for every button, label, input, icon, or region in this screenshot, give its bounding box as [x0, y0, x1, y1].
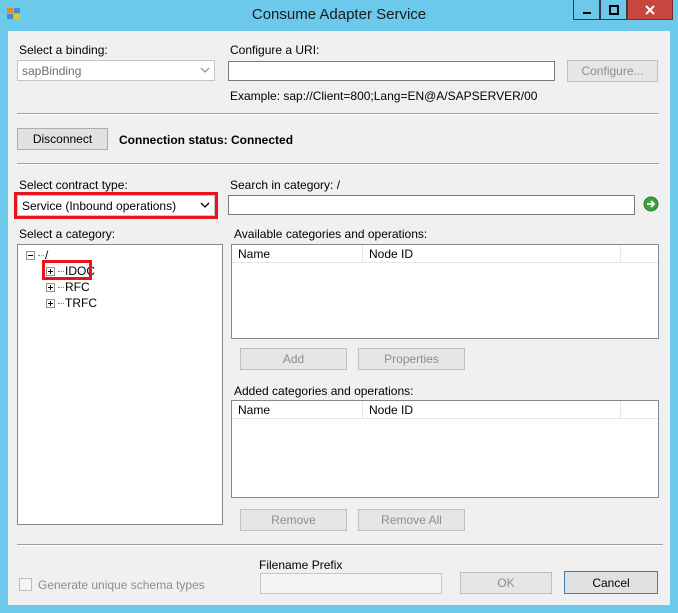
- category-tree[interactable]: / IDOC RFC TRFC: [17, 244, 223, 525]
- expand-icon[interactable]: [46, 298, 55, 308]
- category-label: Select a category:: [19, 227, 116, 241]
- separator: [17, 113, 659, 115]
- close-button[interactable]: [627, 0, 673, 20]
- expand-icon[interactable]: [46, 282, 55, 292]
- connection-status: Connection status: Connected: [119, 133, 293, 147]
- filename-prefix-input[interactable]: [260, 573, 442, 594]
- maximize-icon: [608, 4, 619, 15]
- added-list[interactable]: Name Node ID: [231, 400, 659, 498]
- tree-connector: [38, 254, 44, 256]
- added-label: Added categories and operations:: [234, 384, 414, 398]
- column-header-name[interactable]: Name: [232, 245, 363, 263]
- available-label: Available categories and operations:: [234, 227, 428, 241]
- uri-input[interactable]: [228, 61, 555, 81]
- connection-status-value: Connected: [231, 133, 294, 147]
- generate-unique-schema-checkbox[interactable]: [19, 578, 32, 591]
- highlight-box: [14, 192, 218, 219]
- tree-node-trfc[interactable]: TRFC: [46, 296, 97, 310]
- close-icon: [645, 4, 655, 15]
- list-header: Name Node ID: [232, 245, 658, 263]
- consume-adapter-service-window: Consume Adapter Service Select a binding…: [0, 0, 678, 613]
- uri-example-text: Example: sap://Client=800;Lang=EN@A/SAPS…: [230, 89, 538, 103]
- search-input[interactable]: [228, 195, 635, 215]
- minimize-icon: [582, 11, 591, 14]
- tree-node-label: TRFC: [65, 296, 97, 310]
- add-button[interactable]: Add: [240, 348, 347, 370]
- separator: [17, 544, 663, 546]
- column-header-node-id[interactable]: Node ID: [363, 401, 621, 419]
- generate-unique-schema-label: Generate unique schema types: [38, 578, 205, 592]
- uri-label: Configure a URI:: [230, 43, 320, 57]
- tree-node-rfc[interactable]: RFC: [46, 280, 90, 294]
- chevron-down-icon: [200, 67, 210, 73]
- column-header-name[interactable]: Name: [232, 401, 363, 419]
- filename-prefix-label: Filename Prefix: [259, 558, 343, 572]
- minimize-button[interactable]: [573, 0, 600, 20]
- search-label: Search in category: /: [230, 178, 341, 192]
- column-header-node-id[interactable]: Node ID: [363, 245, 621, 263]
- maximize-button[interactable]: [600, 0, 627, 20]
- go-search-icon[interactable]: [643, 196, 659, 212]
- binding-select[interactable]: sapBinding: [17, 60, 215, 81]
- cancel-button[interactable]: Cancel: [564, 571, 658, 594]
- available-list[interactable]: Name Node ID: [231, 244, 659, 339]
- tree-connector: [58, 286, 64, 288]
- collapse-icon[interactable]: [26, 250, 35, 260]
- remove-button[interactable]: Remove: [240, 509, 347, 531]
- contract-type-label: Select contract type:: [19, 178, 128, 192]
- list-header: Name Node ID: [232, 401, 658, 419]
- configure-button[interactable]: Configure...: [567, 60, 658, 82]
- title-bar[interactable]: Consume Adapter Service: [0, 0, 678, 31]
- dialog-body: Select a binding: sapBinding Configure a…: [8, 31, 670, 605]
- properties-button[interactable]: Properties: [358, 348, 465, 370]
- tree-connector: [58, 302, 64, 304]
- separator: [17, 163, 659, 165]
- tree-node-label: RFC: [65, 280, 90, 294]
- disconnect-button[interactable]: Disconnect: [17, 128, 108, 150]
- highlight-box: [42, 260, 92, 280]
- binding-select-value: sapBinding: [22, 64, 82, 78]
- remove-all-button[interactable]: Remove All: [358, 509, 465, 531]
- ok-button[interactable]: OK: [460, 572, 552, 594]
- connection-status-label: Connection status:: [119, 133, 228, 147]
- binding-label: Select a binding:: [19, 43, 108, 57]
